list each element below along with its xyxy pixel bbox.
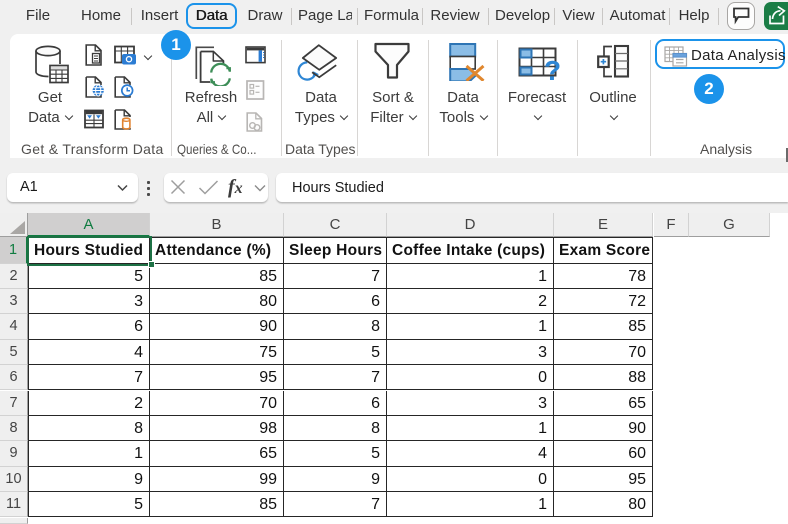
svg-text:?: ? <box>544 55 560 80</box>
